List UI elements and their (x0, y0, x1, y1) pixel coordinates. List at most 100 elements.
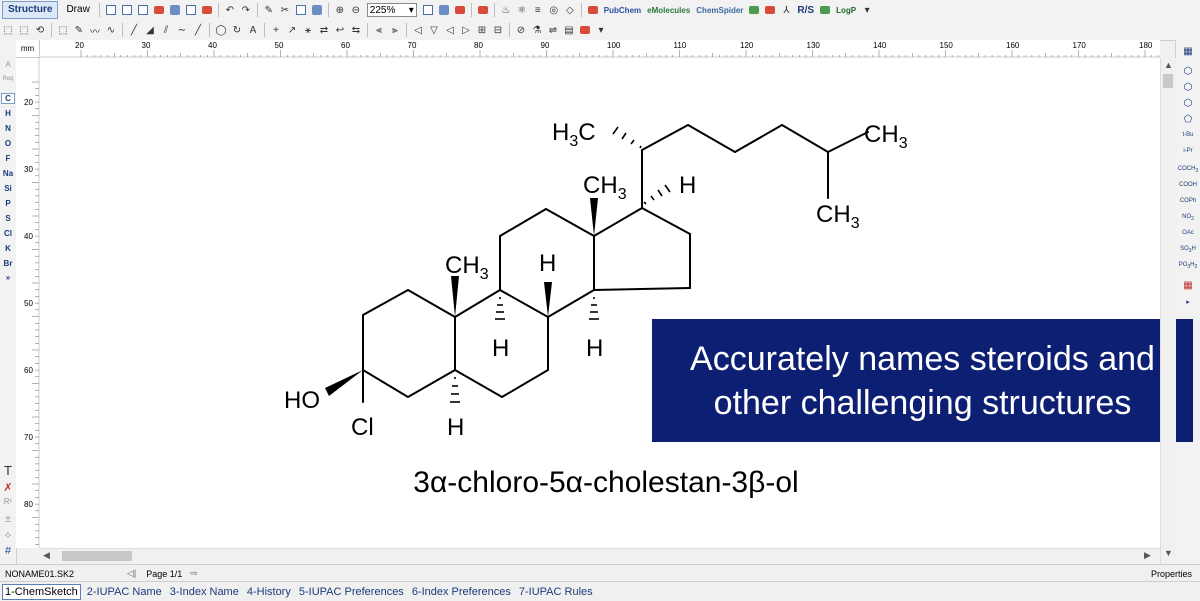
tab-index-name[interactable]: 3-Index Name (168, 585, 241, 599)
save-icon[interactable] (168, 3, 182, 17)
vertical-scrollbar[interactable]: ▲ ▼ (1160, 58, 1176, 564)
text-tool-button[interactable]: T (0, 463, 16, 478)
mapping-icon[interactable]: ⚹ (301, 23, 315, 37)
group-so3h-button[interactable]: SO3H (1176, 246, 1200, 254)
horizontal-scrollbar[interactable]: ◀ ▶ (40, 548, 1160, 564)
undo-draw-icon[interactable]: ↩ (333, 23, 347, 37)
prev-page-icon[interactable]: ◁| (127, 568, 136, 579)
isotope-tool-icon[interactable]: ✧ (0, 529, 16, 542)
tab-iupac-rules[interactable]: 7-IUPAC Rules (517, 585, 595, 599)
logp-flask-icon[interactable] (818, 3, 832, 17)
scroll-left-icon[interactable]: ◀ (43, 550, 50, 561)
select-lasso-icon[interactable]: ⬚ (1, 23, 15, 37)
more-templates-icon[interactable]: ▦ (1176, 280, 1200, 291)
export-pdf-icon[interactable] (200, 3, 214, 17)
atom-label-icon[interactable]: A (246, 23, 260, 37)
scroll-down-icon[interactable]: ▼ (1164, 548, 1173, 558)
numbering-tool-icon[interactable]: # (0, 545, 16, 557)
reaction-button[interactable]: Req (0, 76, 16, 82)
smiles-icon[interactable]: ≡ (531, 3, 545, 17)
toolbar-overflow-icon[interactable]: ▾ (860, 3, 874, 17)
zoom-out-icon[interactable]: ⊖ (349, 3, 363, 17)
clean-icon[interactable]: ↻ (230, 23, 244, 37)
flip-horizontal-icon[interactable]: ◁ (411, 23, 425, 37)
undo-icon[interactable]: ↶ (223, 3, 237, 17)
charge-tool-icon[interactable]: ± (0, 513, 16, 525)
table-view-icon[interactable]: ▤ (562, 23, 576, 37)
bond-flip-icon[interactable]: ⇄ (317, 23, 331, 37)
eraser-icon[interactable]: ✎ (262, 3, 276, 17)
print-icon[interactable] (184, 3, 198, 17)
select-move-icon[interactable]: ⬚ (17, 23, 31, 37)
ring-icon[interactable]: ◯ (214, 23, 228, 37)
group-tbu-button[interactable]: t-Bu (1176, 132, 1200, 138)
logp-button[interactable]: LogP (836, 6, 856, 15)
tab-chemsketch[interactable]: 1-ChemSketch (2, 583, 81, 600)
spectrum-icon[interactable]: ♨ (499, 3, 513, 17)
group-oac-button[interactable]: OAc (1176, 230, 1200, 236)
scroll-right-icon[interactable]: ▶ (1144, 550, 1151, 561)
palette-expand-icon[interactable]: ▸ (1176, 298, 1200, 306)
bond-bold-icon[interactable]: ╱ (191, 23, 205, 37)
rotate-right-icon[interactable]: ▷ (459, 23, 473, 37)
element-c-button[interactable]: C (1, 93, 15, 104)
image-icon[interactable] (437, 3, 451, 17)
group-ipr-button[interactable]: i-Pr (1176, 148, 1200, 154)
scroll-up-icon[interactable]: ▲ (1164, 60, 1173, 70)
rs-descriptors-button[interactable]: R/S (797, 5, 814, 16)
atom-a-button[interactable]: A (0, 60, 16, 69)
draw-mode-tab[interactable]: Draw (60, 1, 95, 19)
select-tool-icon[interactable]: ⬚ (56, 23, 70, 37)
inchikey-icon[interactable]: ◇ (563, 3, 577, 17)
structure-mode-tab[interactable]: Structure (2, 1, 59, 19)
inchi-icon[interactable]: ◎ (547, 3, 561, 17)
element-k-button[interactable]: K (0, 244, 16, 253)
element-f-button[interactable]: F (0, 154, 16, 163)
cyclopentane-icon[interactable]: ⬠ (1176, 114, 1200, 125)
toolbar2-overflow-icon[interactable]: ▾ (594, 23, 608, 37)
align-icon[interactable]: ⫷ (372, 23, 386, 37)
zoom-in-icon[interactable]: ⊕ (333, 3, 347, 17)
search-web-icon[interactable] (586, 3, 600, 17)
properties-button[interactable]: Properties (1151, 569, 1192, 579)
flip-vertical-icon[interactable]: ▽ (427, 23, 441, 37)
group-cooh-button[interactable]: COOH (1176, 182, 1200, 188)
element-br-button[interactable]: Br (0, 259, 16, 268)
reaction-center-icon[interactable]: ✗ (0, 481, 16, 494)
horizontal-scroll-thumb[interactable] (62, 551, 132, 561)
element-o-button[interactable]: O (0, 139, 16, 148)
pubchem-button[interactable]: PubChem (604, 6, 641, 15)
template-icon[interactable] (421, 3, 435, 17)
ungroup-icon[interactable]: ⊟ (491, 23, 505, 37)
copy-page-icon[interactable] (136, 3, 150, 17)
cut-icon[interactable]: ✂ (278, 3, 292, 17)
tab-history[interactable]: 4-History (245, 585, 293, 599)
templates-grid-icon[interactable]: ▦ (1176, 46, 1200, 57)
bond-single-icon[interactable]: ╱ (127, 23, 141, 37)
draw-normal-icon[interactable]: ✎ (72, 23, 86, 37)
copy-icon[interactable] (294, 3, 308, 17)
reaction-arrow-icon[interactable]: ↗ (285, 23, 299, 37)
more-elements-button[interactable]: » (0, 273, 16, 282)
zoom-select[interactable]: 225% ▾ (366, 3, 417, 17)
stereo-icon[interactable]: ⅄ (779, 3, 793, 17)
rotate-left-icon[interactable]: ◁ (443, 23, 457, 37)
vertical-scroll-thumb[interactable] (1163, 74, 1173, 88)
name-icon[interactable]: ⇌ (546, 23, 560, 37)
new-page-icon[interactable] (120, 3, 134, 17)
tautomers-icon[interactable] (763, 3, 777, 17)
calc-icon[interactable]: ⚗ (530, 23, 544, 37)
element-si-button[interactable]: Si (0, 184, 16, 193)
element-h-button[interactable]: H (0, 109, 16, 118)
draw-continuous-icon[interactable]: 〰 (88, 23, 102, 38)
arrow-tools-icon[interactable]: ⇆ (349, 23, 363, 37)
structure-lookup-icon[interactable]: ⚛ (515, 3, 529, 17)
benzene-icon[interactable]: ⬡ (1176, 66, 1200, 77)
group-no2-button[interactable]: NO2 (1176, 214, 1200, 222)
dictionary-icon[interactable] (578, 23, 592, 37)
distribute-icon[interactable]: ⫸ (388, 23, 402, 37)
emolecules-button[interactable]: eMolecules (647, 6, 690, 15)
tab-iupac-preferences[interactable]: 5-IUPAC Preferences (297, 585, 406, 599)
draw-chain-icon[interactable]: ∿ (104, 23, 118, 37)
bond-hash-icon[interactable]: ⫽ (159, 23, 173, 37)
